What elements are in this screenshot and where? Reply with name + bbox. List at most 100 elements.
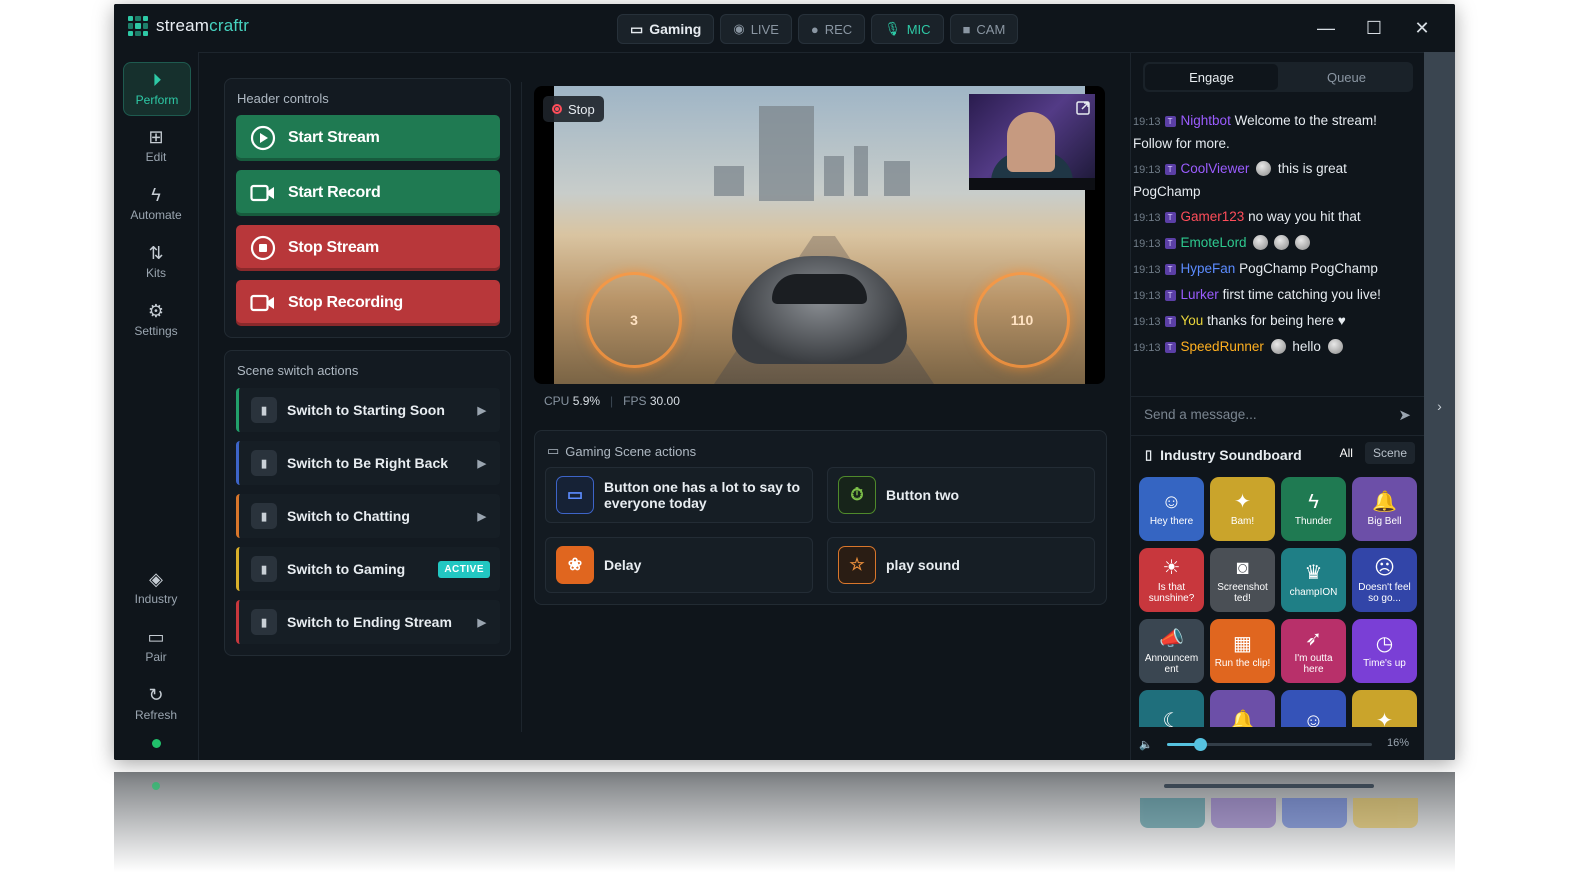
- scene-switch-chatting[interactable]: ▮ Switch to Chatting ▶: [236, 494, 500, 538]
- nav-edit[interactable]: ⊞ Edit: [123, 120, 189, 172]
- trophy-icon: ♛: [1304, 562, 1323, 584]
- action-button-one[interactable]: ▭ Button one has a lot to say to everyon…: [545, 467, 813, 523]
- maximize-button[interactable]: ☐: [1353, 12, 1395, 44]
- refresh-icon: ↻: [148, 685, 164, 705]
- scene-switch-ending-stream[interactable]: ▮ Switch to Ending Stream ▶: [236, 600, 500, 644]
- volume-slider-thumb[interactable]: [1193, 738, 1207, 751]
- stop-circle-icon: [250, 235, 276, 261]
- soundboard-tile[interactable]: 🔔: [1210, 690, 1275, 727]
- send-icon[interactable]: ➤: [1398, 406, 1411, 424]
- soundboard-tile[interactable]: ϟ Thunder: [1281, 477, 1346, 541]
- chat-message: 19:13 T SpeedRunner hello: [1133, 336, 1405, 359]
- volume-control: 🔈 16%: [1139, 734, 1419, 754]
- scene-switch-be-right-back[interactable]: ▮ Switch to Be Right Back ▶: [236, 441, 500, 485]
- mic-icon: 🎙: [884, 21, 901, 36]
- hud-left-gauge: 3: [586, 272, 682, 368]
- soundboard-tile[interactable]: ➶ I'm outta here: [1281, 619, 1346, 683]
- nav-refresh[interactable]: ↻ Refresh: [123, 678, 189, 730]
- smile-icon: ☺: [1303, 709, 1324, 728]
- chat-placeholder: Send a message...: [1144, 407, 1257, 422]
- stop-recording-button[interactable]: Stop Recording: [236, 280, 500, 326]
- play-arrow-icon: ▶: [477, 404, 486, 417]
- gear-icon: ⚙: [147, 301, 165, 321]
- soundboard-tile[interactable]: 🔔 Big Bell: [1352, 477, 1417, 541]
- filter-scene[interactable]: Scene: [1364, 442, 1415, 464]
- soundboard-tile-label: Big Bell: [1367, 516, 1402, 527]
- header-controls-title: Header controls: [237, 91, 329, 106]
- sparkle-icon: ✦: [1234, 491, 1251, 513]
- start-stream-button[interactable]: Start Stream: [236, 115, 500, 161]
- soundboard-tile[interactable]: ☹ Doesn't feel so go...: [1352, 548, 1417, 612]
- chat-message: 19:13 T Nightbot Welcome to the stream! Fo…: [1133, 113, 1377, 151]
- nav-perform[interactable]: ⏵ Perform: [123, 62, 191, 116]
- twitch-badge-icon: T: [1164, 264, 1176, 275]
- scene-pill[interactable]: ▭ Gaming: [617, 14, 715, 44]
- live-pill[interactable]: ◉ LIVE: [720, 14, 792, 44]
- twitch-badge-icon: T: [1164, 290, 1176, 301]
- scene-icon: ▮: [251, 503, 277, 529]
- brand-name: streamcraftr: [156, 16, 250, 35]
- action-button-two[interactable]: ⏱ Button two: [827, 467, 1095, 523]
- status-pills: ▭ Gaming ◉ LIVE ● REC 🎙 MIC ■ CAM: [617, 14, 1019, 44]
- popout-icon[interactable]: [1071, 96, 1095, 120]
- soundboard-tile[interactable]: ✦: [1352, 690, 1417, 727]
- minimize-button[interactable]: —: [1305, 12, 1347, 44]
- filter-all[interactable]: All: [1332, 442, 1361, 464]
- chat-input[interactable]: Send a message... ➤: [1131, 396, 1425, 436]
- tab-queue[interactable]: Queue: [1280, 62, 1413, 92]
- soundboard-tile[interactable]: ✦ Bam!: [1210, 477, 1275, 541]
- rec-pill[interactable]: ● REC: [797, 14, 866, 44]
- volume-slider[interactable]: [1167, 738, 1372, 751]
- chat-message: 19:13 T Lurker first time catching you liv…: [1133, 287, 1381, 302]
- heart-icon: ♥: [1337, 313, 1346, 328]
- soundboard-tile[interactable]: ▦ Run the clip!: [1210, 619, 1275, 683]
- side-panel-toggle[interactable]: ›: [1424, 52, 1455, 760]
- stop-stream-button[interactable]: Stop Stream: [236, 225, 500, 271]
- preview-stop-button[interactable]: Stop: [543, 96, 604, 122]
- game-scene-image: 3 110: [554, 86, 1095, 384]
- scene-switch-starting-soon[interactable]: ▮ Switch to Starting Soon ▶: [236, 388, 500, 432]
- soundboard-tile[interactable]: ◷ Time's up: [1352, 619, 1417, 683]
- nav-automate[interactable]: ϟ Automate: [123, 178, 189, 230]
- right-column: Engage Queue 19:13 T Nightbot Welcome to t…: [1130, 52, 1425, 760]
- soundboard-tile[interactable]: ♛ champION: [1281, 548, 1346, 612]
- close-button[interactable]: ✕: [1401, 12, 1443, 44]
- start-record-button[interactable]: Start Record: [236, 170, 500, 216]
- stream-preview[interactable]: 3 110 Stop: [534, 86, 1105, 384]
- scene-switch-gaming[interactable]: ▮ Switch to Gaming ACTIVE: [236, 547, 500, 591]
- soundboard-filter: All Scene: [1332, 442, 1415, 464]
- nav-pair[interactable]: ▭ Pair: [123, 620, 189, 672]
- layers-icon: ◈: [149, 569, 163, 589]
- action-delay[interactable]: ❀ Delay: [545, 537, 813, 593]
- soundboard-header: ▯ Industry Soundboard All Scene: [1145, 442, 1415, 465]
- play-arrow-icon: ▶: [477, 457, 486, 470]
- camera-icon: ■: [962, 21, 971, 37]
- timer-icon: ⏱: [838, 476, 876, 514]
- sparkle-icon: ✦: [1376, 709, 1393, 728]
- soundboard-tile[interactable]: ☺: [1281, 690, 1346, 727]
- bell-icon: 🔔: [1230, 709, 1255, 728]
- scene-icon: ▭: [630, 20, 644, 37]
- soundboard-tile[interactable]: ☺ Hey there: [1139, 477, 1204, 541]
- soundboard-tile-label: Time's up: [1363, 658, 1406, 669]
- performance-stats: CPU 5.9% | FPS 30.00: [544, 394, 680, 408]
- nav-settings[interactable]: ⚙ Settings: [123, 294, 189, 346]
- soundboard-tile[interactable]: 📣 Announcem ent: [1139, 619, 1204, 683]
- chat-message: 19:13 T Gamer123 no way you hit that: [1133, 209, 1361, 224]
- scene-icon: ▮: [251, 609, 277, 635]
- soundboard-tile[interactable]: ◙ Screenshot ted!: [1210, 548, 1275, 612]
- car-image: [732, 256, 907, 364]
- emote-icon: [1327, 339, 1343, 354]
- smile-icon: ☺: [1161, 491, 1182, 513]
- app-window: streamcraftr ▭ Gaming ◉ LIVE ● REC 🎙 MIC ■ CA…: [114, 4, 1455, 760]
- soundboard-tile[interactable]: ☀ Is that sunshine?: [1139, 548, 1204, 612]
- nav-kits[interactable]: ⇅ Kits: [123, 236, 189, 288]
- action-play-sound[interactable]: ☆ play sound: [827, 537, 1095, 593]
- soundboard-tile[interactable]: ☾: [1139, 690, 1204, 727]
- soundboard-tile-label: I'm outta here: [1294, 652, 1333, 675]
- tab-engage[interactable]: Engage: [1145, 64, 1278, 90]
- swap-icon: ⇅: [148, 243, 164, 263]
- mic-pill[interactable]: 🎙 MIC: [871, 14, 944, 44]
- cam-pill[interactable]: ■ CAM: [949, 14, 1019, 44]
- nav-industry[interactable]: ◈ Industry: [123, 562, 189, 614]
